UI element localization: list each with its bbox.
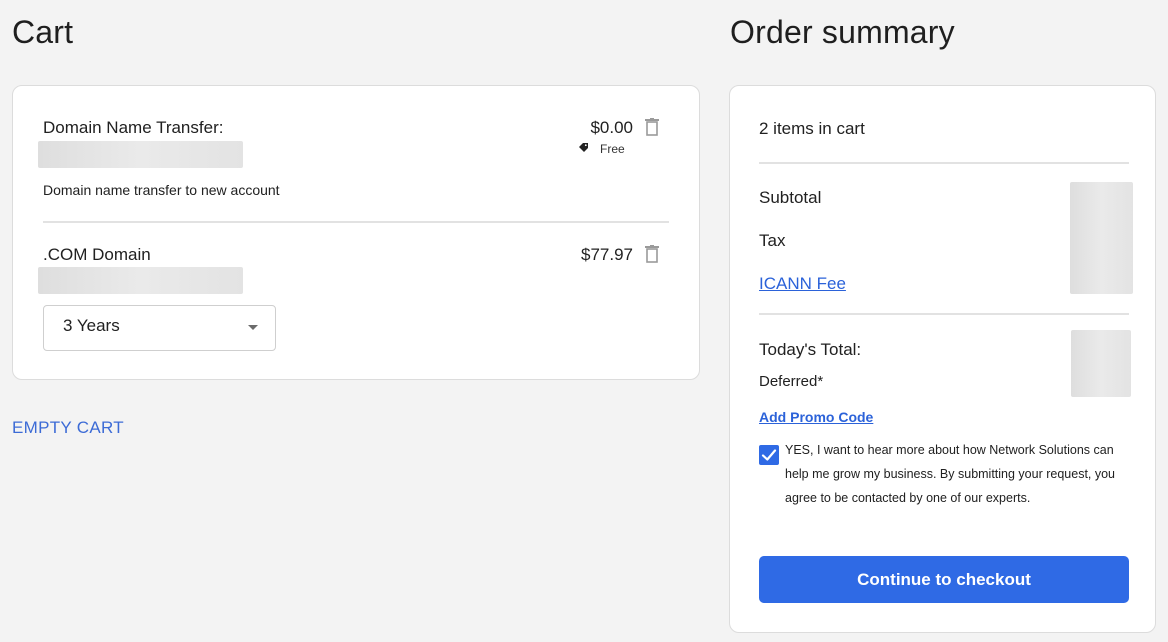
cart-panel: Domain Name Transfer: $0.00 Free Domain … — [12, 85, 700, 380]
cart-title: Cart — [12, 14, 74, 50]
cart-item-name: Domain Name Transfer: — [43, 118, 224, 137]
trash-icon[interactable] — [645, 118, 659, 136]
cart-item-name: .COM Domain — [43, 245, 151, 264]
consent-text: YES, I want to hear more about how Netwo… — [785, 443, 1116, 505]
cart-item-price: $0.00 — [590, 118, 633, 137]
chevron-down-icon — [248, 325, 258, 330]
add-promo-code-link[interactable]: Add Promo Code — [759, 409, 873, 425]
empty-cart-button[interactable]: EMPTY CART — [12, 418, 124, 438]
cart-item-price: $77.97 — [581, 245, 633, 264]
redacted-domain — [38, 141, 243, 168]
divider — [759, 313, 1129, 315]
trash-icon[interactable] — [645, 245, 659, 263]
consent-checkbox[interactable] — [759, 445, 779, 465]
redacted-amounts — [1070, 182, 1133, 294]
order-summary-panel: 2 items in cart Subtotal Tax ICANN Fee T… — [729, 85, 1156, 633]
free-badge: Free — [600, 142, 625, 156]
deferred-label: Deferred* — [759, 373, 824, 390]
order-summary-title: Order summary — [730, 14, 955, 50]
checkmark-icon — [761, 449, 777, 461]
subtotal-label: Subtotal — [759, 188, 822, 207]
term-select-value: 3 Years — [63, 316, 120, 335]
redacted-domain — [38, 267, 243, 294]
divider — [759, 162, 1129, 164]
icann-fee-link[interactable]: ICANN Fee — [759, 274, 846, 294]
tax-label: Tax — [759, 231, 786, 250]
term-select[interactable]: 3 Years — [43, 305, 276, 351]
items-count: 2 items in cart — [759, 119, 865, 138]
tag-icon — [579, 143, 588, 152]
cart-item-description: Domain name transfer to new account — [43, 182, 280, 198]
continue-to-checkout-button[interactable]: Continue to checkout — [759, 556, 1129, 603]
divider — [43, 221, 669, 223]
redacted-total — [1071, 330, 1131, 397]
todays-total-label: Today's Total: — [759, 340, 862, 359]
